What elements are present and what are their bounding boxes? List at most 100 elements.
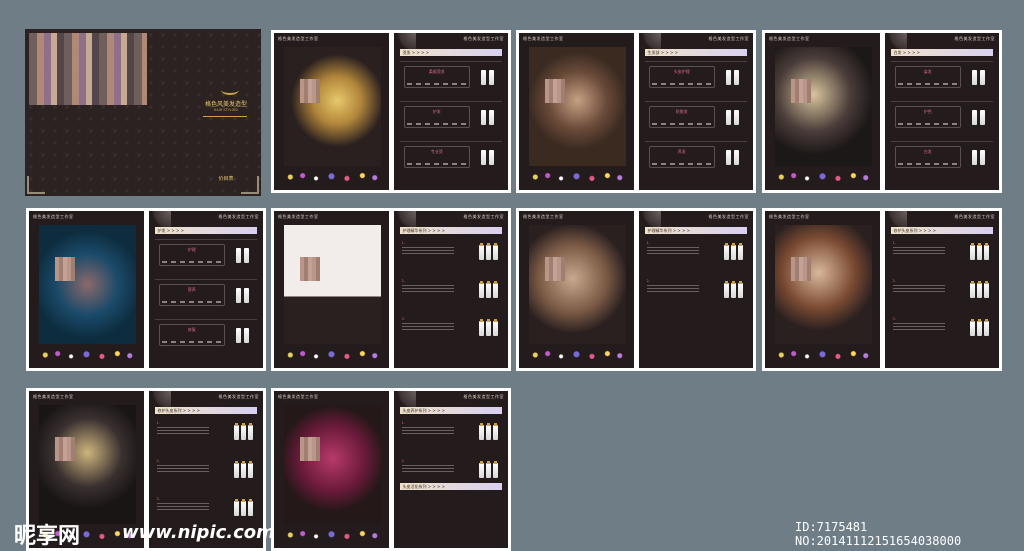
page-header: 格色美发造型工作室 <box>218 214 259 219</box>
page-header: 格色美发造型工作室 <box>33 214 74 219</box>
product-name: 1. <box>646 241 650 245</box>
cover-corner-ornament-right <box>241 176 259 194</box>
product-bottle-icon <box>248 425 253 440</box>
brochure-spread: 格色美发造型工作室 格色美发造型工作室护发 > > > > 护理营养修复 <box>26 208 266 371</box>
product-row: 1. <box>645 239 748 261</box>
section-title: 护理精华系列 > > > > <box>399 227 502 234</box>
photo-page: 格色美发造型工作室 <box>519 33 634 190</box>
product-row: 护色 <box>890 101 993 132</box>
cover-corner-ornament-left <box>27 176 45 194</box>
product-description-lines <box>156 465 209 472</box>
cover-title: 格色风美发造型 <box>204 101 247 108</box>
product-name: 白发 <box>923 149 932 154</box>
product-box: 防脱发 <box>648 106 715 128</box>
product-bottle-icon <box>970 245 975 260</box>
bottle-cap-icon <box>725 281 728 284</box>
product-bottle-icon <box>980 150 985 165</box>
face-mosaic <box>300 437 320 461</box>
product-name: 2. <box>646 279 650 283</box>
product-bottle-icon <box>236 288 241 303</box>
bottle-cap-icon <box>985 243 988 246</box>
face-mosaic <box>55 257 75 281</box>
product-name: 护理 <box>187 247 196 252</box>
section-title: 修护头皮系列 > > > > <box>890 227 993 234</box>
product-box: 护发 <box>403 106 470 128</box>
page-header: 格色美发造型工作室 <box>523 36 564 41</box>
product-bottle-icon <box>481 150 486 165</box>
product-bottle-icon <box>734 70 739 85</box>
flower-decoration <box>35 348 138 362</box>
product-bottle-icon <box>726 70 731 85</box>
product-bottle-icon <box>236 328 241 343</box>
product-description-lines <box>401 427 454 434</box>
flower-decoration <box>280 170 383 184</box>
product-bottle-icon <box>241 425 246 440</box>
bottle-cap-icon <box>487 461 490 464</box>
product-name: 1. <box>892 241 896 245</box>
product-bottle-icon <box>972 70 977 85</box>
product-price-dots <box>406 163 467 165</box>
bottle-cap-icon <box>732 281 735 284</box>
product-bottle-icon <box>977 321 982 336</box>
product-row: 1. <box>400 419 503 441</box>
product-bottle-icon <box>724 245 729 260</box>
product-box: 染发 <box>894 66 961 88</box>
floral-corner-icon <box>884 33 907 49</box>
section-title: 护发 > > > > <box>154 227 257 234</box>
bottle-cap-icon <box>494 461 497 464</box>
brochure-spread: 格色美发造型工作室 格色美发造型工作室 头皮养护系列 > > > > 1. 2. 头皮活化… <box>271 388 511 551</box>
product-bottle-icon <box>726 150 731 165</box>
page-header: 格色美发造型工作室 <box>278 214 319 219</box>
brochure-spread: 格色美发造型工作室 格色美发造型工作室 烫发 > > > > 柔顺烫发 护发 专业烫 <box>271 30 511 193</box>
bottle-cap-icon <box>978 281 981 284</box>
product-bottle-icon <box>977 245 982 260</box>
product-row: 修复 <box>154 319 257 350</box>
product-row: 2. <box>891 277 994 299</box>
product-row: 3. <box>155 495 258 517</box>
photo-page: 格色美发造型工作室 <box>765 33 880 190</box>
brochure-spread: 格色美发造型工作室 格色美发造型工作室 生发部 > > > > 头皮护理 防脱发 养发 <box>516 30 756 193</box>
photo-page: 格色美发造型工作室 <box>274 211 389 368</box>
product-bottle-icon <box>493 283 498 298</box>
price-page: 格色美发造型工作室 护理精华系列 > > > > 1. 2. <box>638 211 753 368</box>
section-title: 头皮活化系列 > > > > <box>399 483 502 490</box>
product-name: 专业烫 <box>430 149 443 154</box>
product-bottle-icon <box>489 150 494 165</box>
photo-page: 格色美发造型工作室 <box>274 33 389 190</box>
bottle-cap-icon <box>235 423 238 426</box>
product-box: 护色 <box>894 106 961 128</box>
product-bottle-icon <box>980 110 985 125</box>
product-box: 专业烫 <box>403 146 470 168</box>
bottle-cap-icon <box>249 499 252 502</box>
product-row: 1. <box>891 239 994 261</box>
product-bottle-icon <box>241 501 246 516</box>
bottle-cap-icon <box>242 423 245 426</box>
floral-corner-icon <box>884 211 907 227</box>
bottle-cap-icon <box>725 243 728 246</box>
product-row: 营养 <box>154 279 257 310</box>
product-bottle-icon <box>479 283 484 298</box>
product-bottle-icon <box>244 288 249 303</box>
page-header: 格色美发造型工作室 <box>463 36 504 41</box>
product-bottle-icon <box>481 70 486 85</box>
product-description-lines <box>156 427 209 434</box>
section-title: 生发部 > > > > <box>644 49 747 56</box>
product-bottle-icon <box>738 283 743 298</box>
product-bottle-icon <box>486 321 491 336</box>
floral-corner-icon <box>393 33 416 49</box>
bottle-cap-icon <box>985 281 988 284</box>
product-bottle-icon <box>734 110 739 125</box>
brochure-spread: 格色美发造型工作室 格色美发造型工作室 修护头皮系列 > > > > 1. 2. 3. <box>762 208 1002 371</box>
product-name: 2. <box>892 279 896 283</box>
product-price-dots <box>897 83 958 85</box>
product-row: 防脱发 <box>644 101 747 132</box>
price-page: 格色美发造型工作室 头皮养护系列 > > > > 1. 2. 头皮活化系列 > > > … <box>393 391 508 548</box>
product-bottle-icon <box>726 110 731 125</box>
product-bottle-icon <box>479 425 484 440</box>
product-bottle-icon <box>984 245 989 260</box>
product-box: 护理 <box>158 244 225 266</box>
product-row: 白发 <box>890 141 993 172</box>
floral-corner-icon <box>148 391 171 407</box>
product-bottle-icon <box>972 110 977 125</box>
product-bottle-icon <box>738 245 743 260</box>
